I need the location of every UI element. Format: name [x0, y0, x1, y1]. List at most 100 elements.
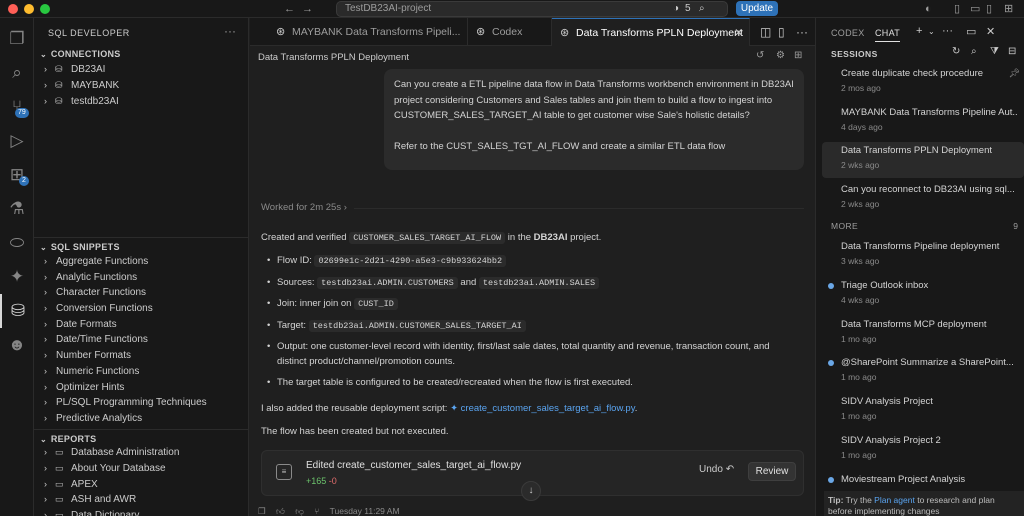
session-item[interactable]: MAYBANK Data Transforms Pipeline Aut... … [822, 104, 1024, 140]
python-icon[interactable]: ✦ [0, 260, 34, 294]
report-folder-item[interactable]: › ▭ Database Administration [34, 445, 249, 461]
snippet-item[interactable]: › Number Formats [34, 348, 249, 364]
close-icon[interactable]: ✕ [734, 19, 743, 46]
snippet-item[interactable]: › Conversion Functions [34, 301, 249, 317]
collapse-icon[interactable]: ⊟ [1008, 46, 1016, 57]
sql-developer-icon[interactable]: ⛁ [0, 294, 34, 328]
toggle-secondary-sidebar-icon[interactable]: ▯ [986, 2, 992, 16]
snippet-item[interactable]: › Character Functions [34, 285, 249, 301]
tab-chat-panel[interactable]: CHAT [875, 28, 901, 42]
report-folder-item[interactable]: › ▭ ASH and AWR [34, 492, 249, 508]
report-folder-item[interactable]: › ▭ Data Dictionary [34, 508, 249, 516]
session-title: Data Transforms PPLN Deployment [841, 145, 993, 156]
worked-for-toggle[interactable]: Worked for 2m 25s › [261, 202, 347, 213]
session-item[interactable]: SIDV Analysis Project 2 1 mo ago [822, 432, 1024, 468]
session-item[interactable]: Moviestream Project Analysis [822, 471, 1024, 489]
session-item[interactable]: Create duplicate check procedure 2 mos a… [822, 65, 1024, 101]
maximize-icon[interactable]: ▭ [966, 25, 976, 38]
back-arrow-icon[interactable]: ← [284, 2, 295, 16]
connections-section-header[interactable]: ⌄ CONNECTIONS [34, 45, 249, 63]
more-actions-icon[interactable]: ··· [942, 25, 953, 37]
review-button[interactable]: Review [748, 462, 796, 481]
session-item-active[interactable]: Data Transforms PPLN Deployment 2 wks ag… [822, 142, 1024, 178]
customize-layout-icon[interactable]: ⊞ [1004, 2, 1013, 16]
testing-flask-icon[interactable]: ⚗ [0, 192, 34, 226]
session-item[interactable]: SIDV Analysis Project 1 mo ago [822, 393, 1024, 429]
search-icon[interactable]: ⌕ [971, 46, 977, 57]
account-icon[interactable]: ◐ [925, 2, 932, 16]
tab-maybank-pipeline[interactable]: ⊛ MAYBANK Data Transforms Pipeli... [268, 18, 468, 46]
undo-button[interactable]: Undo ↶ [699, 464, 734, 475]
copilot-icon[interactable]: ☻ [0, 328, 34, 362]
toggle-layout-icon[interactable]: ▯ [778, 18, 785, 46]
chevron-right-icon: › [44, 479, 47, 489]
thumbs-up-icon[interactable]: 👍︎ [276, 506, 285, 516]
tab-codex[interactable]: ⊛ Codex [468, 18, 552, 46]
plan-agent-link[interactable]: Plan agent [874, 495, 915, 505]
session-item[interactable]: Can you reconnect to DB23AI using sql...… [822, 181, 1024, 217]
new-chat-icon[interactable]: ⊞ [794, 50, 802, 61]
connection-item-maybank[interactable]: › ⛁ MAYBANK [34, 78, 249, 94]
sidebar-more-button[interactable]: ··· [224, 24, 236, 38]
chevron-down-icon[interactable]: ⌄ [928, 27, 935, 36]
session-item[interactable]: Triage Outlook inbox 4 wks ago [822, 277, 1024, 313]
toggle-sidebar-icon[interactable]: ▯ [954, 2, 960, 16]
thumbs-down-icon[interactable]: 👎︎ [295, 506, 304, 516]
snippet-item[interactable]: › Optimizer Hints [34, 380, 249, 396]
sql-snippets-section-header[interactable]: ⌄ SQL SNIPPETS [34, 237, 249, 255]
source-control-badge: 79 [15, 108, 29, 118]
snippet-item[interactable]: › Aggregate Functions [34, 254, 249, 270]
split-editor-icon[interactable]: ◫ [760, 18, 771, 46]
extensions-icon[interactable]: ⊞ 2 [0, 158, 34, 192]
minimize-window-button[interactable] [24, 4, 34, 14]
command-center-search[interactable]: TestDB23AI-project ◑ 5 ⌕ [336, 1, 728, 17]
more-actions-icon[interactable]: ··· [796, 18, 808, 46]
snippet-item[interactable]: › Numeric Functions [34, 364, 249, 380]
copilot-status-icon[interactable]: ◑ [673, 2, 679, 16]
history-icon[interactable]: ↺ [756, 50, 764, 61]
chevron-right-icon: › [44, 413, 47, 423]
toggle-panel-icon[interactable]: ▭ [970, 2, 980, 16]
settings-gear-icon[interactable]: ⚙ [776, 50, 785, 61]
chat-bubble-icon[interactable]: ⌕ [699, 2, 705, 16]
session-item[interactable]: @SharePoint Summarize a SharePoint... 1 … [822, 354, 1024, 390]
filter-icon[interactable]: ⧩ [990, 46, 999, 57]
database-icon: ⛁ [55, 96, 63, 106]
update-button[interactable]: Update [736, 1, 778, 16]
snippet-item[interactable]: › Analytic Functions [34, 270, 249, 286]
tab-data-transforms-ppln[interactable]: ⊛ Data Transforms PPLN Deployment ✕ [552, 18, 750, 46]
forward-arrow-icon[interactable]: → [302, 2, 313, 16]
remote-explorer-icon[interactable]: ⬭ [0, 226, 34, 260]
tab-codex-panel[interactable]: CODEX [831, 28, 865, 38]
fork-icon[interactable]: ⑂ [314, 506, 319, 516]
close-icon[interactable]: ✕ [986, 25, 995, 38]
snippet-item[interactable]: › PL/SQL Programming Techniques [34, 395, 249, 411]
refresh-icon[interactable]: ↻ [952, 46, 960, 57]
search-icon[interactable]: ⌕ [0, 56, 34, 90]
session-title: Data Transforms Pipeline deployment [841, 241, 1000, 252]
explorer-icon[interactable]: ❐ [0, 22, 34, 56]
report-folder-item[interactable]: › ▭ About Your Database [34, 461, 249, 477]
more-sessions-label[interactable]: MORE [831, 221, 858, 231]
run-debug-icon[interactable]: ▷ [0, 124, 34, 158]
script-file-link[interactable]: create_customer_sales_target_ai_flow.py [461, 403, 635, 414]
scroll-down-button[interactable]: ↓ [521, 481, 541, 501]
text: The target table is configured to be cre… [277, 377, 633, 388]
text: . [634, 403, 638, 414]
connection-label: testdb23AI [71, 96, 119, 107]
snippet-item[interactable]: › Date/Time Functions [34, 332, 249, 348]
reports-header-label: REPORTS [50, 434, 97, 444]
connection-item-testdb23ai[interactable]: › ⛁ testdb23AI [34, 94, 249, 110]
report-folder-item[interactable]: › ▭ APEX [34, 477, 249, 493]
plus-icon[interactable]: + [916, 25, 922, 37]
source-control-icon[interactable]: ⑂ 79 [0, 90, 34, 124]
snippet-item[interactable]: › Predictive Analytics [34, 411, 249, 427]
snippet-item[interactable]: › Date Formats [34, 317, 249, 333]
copy-icon[interactable]: ❐ [258, 506, 266, 516]
pin-icon[interactable]: 📌︎ [1009, 68, 1020, 79]
session-item[interactable]: Data Transforms MCP deployment 1 mo ago [822, 316, 1024, 352]
connection-item-db23ai[interactable]: › ⛁ DB23AI [34, 62, 249, 78]
close-window-button[interactable] [8, 4, 18, 14]
session-item[interactable]: Data Transforms Pipeline deployment 3 wk… [822, 238, 1024, 274]
maximize-window-button[interactable] [40, 4, 50, 14]
